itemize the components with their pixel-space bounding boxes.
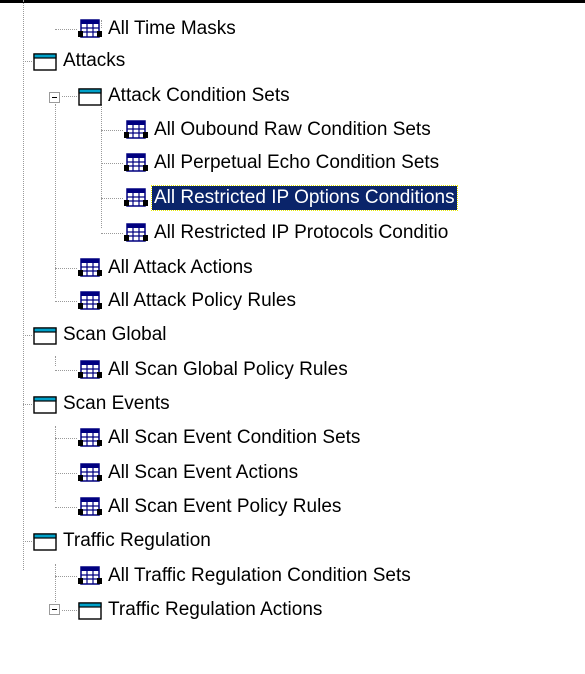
table-icon [78,258,102,277]
table-icon [78,463,102,482]
folder-icon [33,533,57,551]
collapse-toggle[interactable] [49,92,60,103]
tree-item-all-traffic-regulation-condition-sets[interactable]: All Traffic Regulation Condition Sets [78,561,413,591]
tree-line [101,130,123,131]
tree-item-label: Scan Global [63,324,167,345]
table-icon [124,188,148,207]
table-icon [78,566,102,585]
tree-line [55,576,77,577]
tree-line [55,268,77,269]
tree-item-attacks[interactable]: Attacks [33,46,127,76]
tree-line [101,198,123,199]
tree-line [62,96,77,97]
tree-item-label: All Attack Actions [108,257,253,278]
tree-item-label: Scan Events [63,393,170,414]
tree-item-label: All Scan Event Policy Rules [108,496,342,517]
tree-item-scan-global[interactable]: Scan Global [33,320,169,350]
tree-line [23,404,32,405]
folder-icon [33,53,57,71]
tree-line [55,301,77,302]
table-icon [124,153,148,172]
folder-icon [78,602,102,620]
tree-item-all-scan-global-policy-rules[interactable]: All Scan Global Policy Rules [78,355,350,385]
tree-item-attack-condition-sets[interactable]: Attack Condition Sets [78,81,292,111]
table-icon [78,497,102,516]
top-border [0,0,585,3]
tree-line [23,61,32,62]
tree-item-label: All Time Masks [108,18,236,39]
tree-item-all-attack-actions[interactable]: All Attack Actions [78,253,255,283]
table-icon [78,360,102,379]
tree-line [55,356,56,366]
tree-item-all-perpetual-echo-condition-sets[interactable]: All Perpetual Echo Condition Sets [124,148,441,178]
tree-item-all-time-masks[interactable]: All Time Masks [78,14,238,44]
table-icon [78,19,102,38]
tree-item-all-scan-event-policy-rules[interactable]: All Scan Event Policy Rules [78,492,343,522]
tree-line [23,541,32,542]
tree-item-label: All Scan Global Policy Rules [108,359,348,380]
tree-item-all-restricted-ip-protocols-condition-sets[interactable]: All Restricted IP Protocols Conditio [124,218,450,248]
tree-item-label: All Restricted IP Options Conditions [151,185,458,211]
tree-item-label: All Scan Event Actions [108,462,299,483]
tree-item-all-scan-event-actions[interactable]: All Scan Event Actions [78,458,300,488]
tree-item-label: Traffic Regulation [63,530,211,551]
tree-line [55,438,77,439]
tree-item-traffic-regulation-actions[interactable]: Traffic Regulation Actions [78,595,324,625]
tree-item-scan-events[interactable]: Scan Events [33,389,172,419]
tree-line [23,0,24,570]
folder-icon [33,327,57,345]
tree-line [101,104,102,228]
table-icon [124,223,148,242]
tree-item-label: All Scan Event Condition Sets [108,427,361,448]
tree-line [23,335,32,336]
folder-icon [33,396,57,414]
tree-line [101,233,123,234]
tree-line [101,163,123,164]
tree-line [62,610,77,611]
tree-item-label: All Traffic Regulation Condition Sets [108,565,411,586]
tree-item-label: Attacks [63,50,126,71]
tree-item-all-oubound-raw-condition-sets[interactable]: All Oubound Raw Condition Sets [124,115,433,145]
tree-item-label: All Perpetual Echo Condition Sets [154,152,440,173]
table-icon [124,120,148,139]
collapse-toggle[interactable] [49,604,60,615]
tree-line [55,370,77,371]
tree-item-all-restricted-ip-options-condition-sets[interactable]: All Restricted IP Options Conditions [124,183,458,213]
table-icon [78,428,102,447]
tree-item-traffic-regulation[interactable]: Traffic Regulation [33,526,213,556]
tree-item-label: All Attack Policy Rules [108,290,296,311]
tree-item-label: Traffic Regulation Actions [108,599,323,620]
tree-item-all-scan-event-condition-sets[interactable]: All Scan Event Condition Sets [78,423,362,453]
tree-item-label: All Restricted IP Protocols Conditio [154,222,449,243]
tree-line [55,29,77,30]
tree-item-label: All Oubound Raw Condition Sets [154,119,431,140]
tree-item-all-attack-policy-rules[interactable]: All Attack Policy Rules [78,286,298,316]
tree-line [55,564,56,602]
tree-view[interactable]: All Time Masks Attacks Attack Condition … [0,0,585,674]
tree-item-label: Attack Condition Sets [108,85,290,106]
tree-line [55,473,77,474]
tree-line [55,507,77,508]
folder-icon [78,88,102,106]
table-icon [78,291,102,310]
